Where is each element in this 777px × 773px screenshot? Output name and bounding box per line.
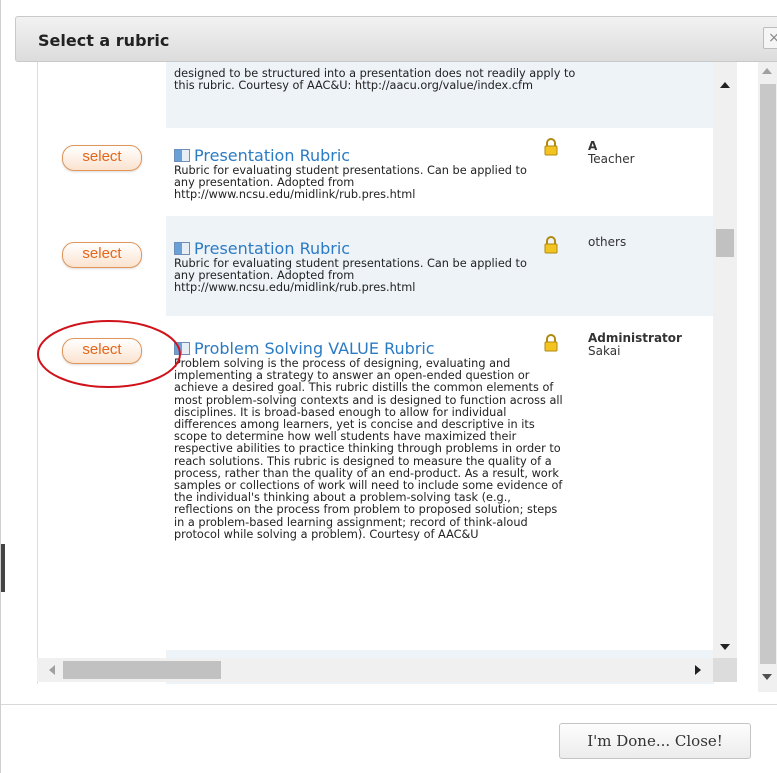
select-button[interactable]: select bbox=[62, 242, 142, 268]
rubric-icon bbox=[174, 242, 190, 255]
owner-name: others bbox=[588, 235, 627, 249]
owner-cell: Administrator Sakai bbox=[578, 332, 714, 358]
rubric-description: designed to be structured into a present… bbox=[166, 62, 578, 128]
scroll-right-arrow-icon[interactable] bbox=[695, 665, 701, 675]
scroll-up-arrow-icon[interactable] bbox=[762, 68, 772, 74]
scroll-up-arrow-icon[interactable] bbox=[720, 82, 730, 88]
rubric-cell: Problem Solving VALUE Rubric Problem sol… bbox=[166, 316, 578, 650]
highlight-oval bbox=[37, 320, 181, 388]
dialog-title: Select a rubric bbox=[38, 31, 170, 50]
select-button[interactable]: select bbox=[62, 145, 142, 171]
scroll-down-arrow-icon[interactable] bbox=[720, 644, 730, 650]
list-item: select Presentation Rubric Rubric for ev… bbox=[38, 216, 714, 316]
footer-divider bbox=[1, 704, 777, 705]
list-item: designed to be structured into a present… bbox=[38, 62, 714, 128]
scrollbar-corner bbox=[713, 658, 737, 682]
close-icon[interactable]: × bbox=[763, 27, 777, 49]
list-vertical-scrollbar[interactable] bbox=[713, 62, 737, 662]
rubric-title-link[interactable]: Presentation Rubric bbox=[194, 147, 350, 165]
list-item: select Presentation Rubric Rubric for ev… bbox=[38, 128, 714, 216]
rubric-title-link[interactable]: Problem Solving VALUE Rubric bbox=[194, 340, 435, 358]
owner-cell: others bbox=[578, 216, 714, 316]
list-horizontal-scrollbar[interactable] bbox=[37, 658, 713, 682]
lock-icon bbox=[544, 236, 558, 254]
owner-cell bbox=[578, 62, 714, 128]
rubric-description: Problem solving is the process of design… bbox=[174, 357, 563, 541]
lock-icon bbox=[544, 138, 558, 156]
scroll-thumb[interactable] bbox=[716, 229, 734, 257]
window-edge bbox=[1, 544, 5, 592]
rubric-cell: Presentation Rubric Rubric for evaluatin… bbox=[166, 216, 578, 316]
scroll-thumb[interactable] bbox=[63, 661, 221, 679]
scroll-left-arrow-icon[interactable] bbox=[49, 665, 55, 675]
rubric-icon bbox=[174, 149, 190, 162]
dialog-titlebar: Select a rubric × bbox=[15, 16, 777, 62]
rubric-description: Rubric for evaluating student presentati… bbox=[174, 164, 527, 202]
rubric-title-link[interactable]: Presentation Rubric bbox=[194, 240, 350, 258]
scroll-down-arrow-icon[interactable] bbox=[762, 674, 772, 680]
rubric-description: Rubric for evaluating student presentati… bbox=[174, 257, 527, 295]
done-close-button[interactable]: I'm Done... Close! bbox=[559, 723, 751, 759]
owner-cell: A Teacher bbox=[578, 140, 714, 166]
scroll-thumb[interactable] bbox=[760, 84, 776, 664]
owner-role: Teacher bbox=[588, 152, 635, 166]
rubric-cell: Presentation Rubric Rubric for evaluatin… bbox=[166, 128, 578, 216]
owner-role: Sakai bbox=[588, 344, 621, 358]
rubric-dialog: Select a rubric × designed to be structu… bbox=[0, 0, 777, 773]
dialog-scrollbar[interactable] bbox=[758, 62, 777, 692]
lock-icon bbox=[544, 334, 558, 352]
